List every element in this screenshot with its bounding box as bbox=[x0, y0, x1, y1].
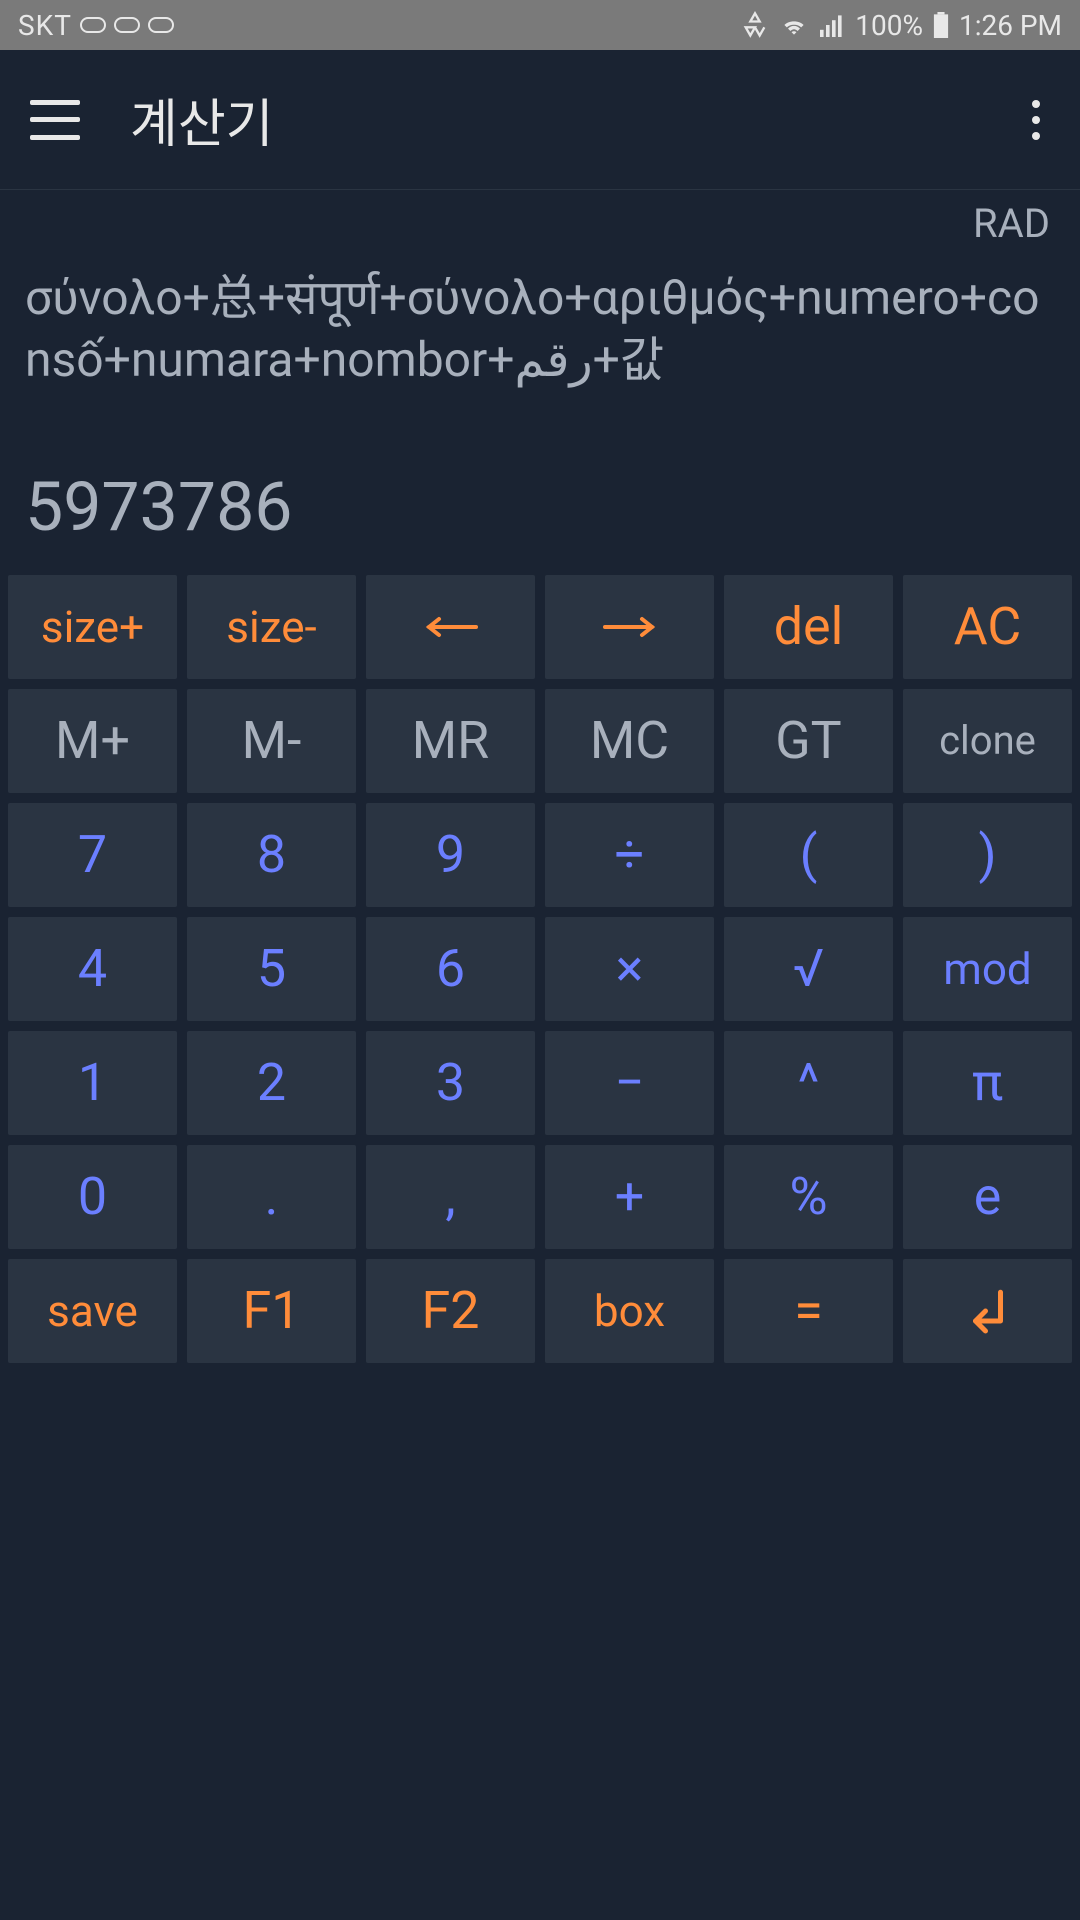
memory-recall-button[interactable]: MR bbox=[366, 689, 535, 793]
key-row-5: 1 2 3 − ^ π bbox=[8, 1031, 1072, 1135]
grand-total-button[interactable]: GT bbox=[724, 689, 893, 793]
cursor-right-button[interactable] bbox=[545, 575, 714, 679]
key-row-3: 7 8 9 ÷ ( ) bbox=[8, 803, 1072, 907]
status-bar: SKT 100% bbox=[0, 0, 1080, 50]
comma-button[interactable]: , bbox=[366, 1145, 535, 1249]
status-left: SKT bbox=[18, 9, 174, 42]
digit-1-button[interactable]: 1 bbox=[8, 1031, 177, 1135]
left-paren-button[interactable]: ( bbox=[724, 803, 893, 907]
notification-bubble-icon bbox=[114, 17, 140, 33]
key-row-6: 0 . , + % e bbox=[8, 1145, 1072, 1249]
box-button[interactable]: box bbox=[545, 1259, 714, 1363]
app-bar: 계산기 bbox=[0, 50, 1080, 190]
clock-label: 1:26 PM bbox=[959, 9, 1062, 42]
delete-button[interactable]: del bbox=[724, 575, 893, 679]
angle-mode-label: RAD bbox=[20, 200, 1060, 267]
battery-percent: 100% bbox=[855, 9, 923, 42]
app-title: 계산기 bbox=[130, 82, 274, 157]
memory-minus-button[interactable]: M- bbox=[187, 689, 356, 793]
clone-button[interactable]: clone bbox=[903, 689, 1072, 793]
power-button[interactable]: ^ bbox=[724, 1031, 893, 1135]
f1-button[interactable]: F1 bbox=[187, 1259, 356, 1363]
digit-4-button[interactable]: 4 bbox=[8, 917, 177, 1021]
result-display: 5973786 bbox=[20, 467, 1060, 547]
pi-button[interactable]: π bbox=[903, 1031, 1072, 1135]
recycle-icon bbox=[741, 11, 769, 39]
more-options-icon[interactable] bbox=[1022, 90, 1050, 150]
digit-9-button[interactable]: 9 bbox=[366, 803, 535, 907]
multiply-button[interactable]: × bbox=[545, 917, 714, 1021]
carrier-label: SKT bbox=[18, 9, 72, 42]
memory-plus-button[interactable]: M+ bbox=[8, 689, 177, 793]
display-area: RAD σύνολο+总+संपूर्ण+σύνολο+αριθμός+nume… bbox=[0, 190, 1080, 567]
f2-button[interactable]: F2 bbox=[366, 1259, 535, 1363]
notification-bubble-icon bbox=[80, 17, 106, 33]
key-row-7: save F1 F2 box = bbox=[8, 1259, 1072, 1363]
all-clear-button[interactable]: AC bbox=[903, 575, 1072, 679]
menu-icon[interactable] bbox=[30, 100, 80, 140]
notification-bubble-icon bbox=[148, 17, 174, 33]
digit-2-button[interactable]: 2 bbox=[187, 1031, 356, 1135]
e-button[interactable]: e bbox=[903, 1145, 1072, 1249]
signal-icon bbox=[819, 13, 845, 37]
minus-button[interactable]: − bbox=[545, 1031, 714, 1135]
size-minus-button[interactable]: size- bbox=[187, 575, 356, 679]
size-plus-button[interactable]: size+ bbox=[8, 575, 177, 679]
right-paren-button[interactable]: ) bbox=[903, 803, 1072, 907]
keypad: size+ size- del AC M+ M- MR MC GT clone … bbox=[0, 567, 1080, 1371]
memory-clear-button[interactable]: MC bbox=[545, 689, 714, 793]
cursor-left-button[interactable] bbox=[366, 575, 535, 679]
status-right: 100% 1:26 PM bbox=[741, 9, 1062, 42]
digit-7-button[interactable]: 7 bbox=[8, 803, 177, 907]
digit-8-button[interactable]: 8 bbox=[187, 803, 356, 907]
sqrt-button[interactable]: √ bbox=[724, 917, 893, 1021]
wifi-icon bbox=[779, 13, 809, 37]
decimal-button[interactable]: . bbox=[187, 1145, 356, 1249]
mod-button[interactable]: mod bbox=[903, 917, 1072, 1021]
equals-button[interactable]: = bbox=[724, 1259, 893, 1363]
key-row-4: 4 5 6 × √ mod bbox=[8, 917, 1072, 1021]
digit-3-button[interactable]: 3 bbox=[366, 1031, 535, 1135]
digit-0-button[interactable]: 0 bbox=[8, 1145, 177, 1249]
plus-button[interactable]: + bbox=[545, 1145, 714, 1249]
enter-button[interactable] bbox=[903, 1259, 1072, 1363]
percent-button[interactable]: % bbox=[724, 1145, 893, 1249]
expression-display[interactable]: σύνολο+总+संपूर्ण+σύνολο+αριθμός+numero+c… bbox=[20, 267, 1060, 392]
battery-icon bbox=[933, 12, 949, 38]
digit-5-button[interactable]: 5 bbox=[187, 917, 356, 1021]
save-button[interactable]: save bbox=[8, 1259, 177, 1363]
divide-button[interactable]: ÷ bbox=[545, 803, 714, 907]
key-row-2: M+ M- MR MC GT clone bbox=[8, 689, 1072, 793]
digit-6-button[interactable]: 6 bbox=[366, 917, 535, 1021]
key-row-1: size+ size- del AC bbox=[8, 575, 1072, 679]
